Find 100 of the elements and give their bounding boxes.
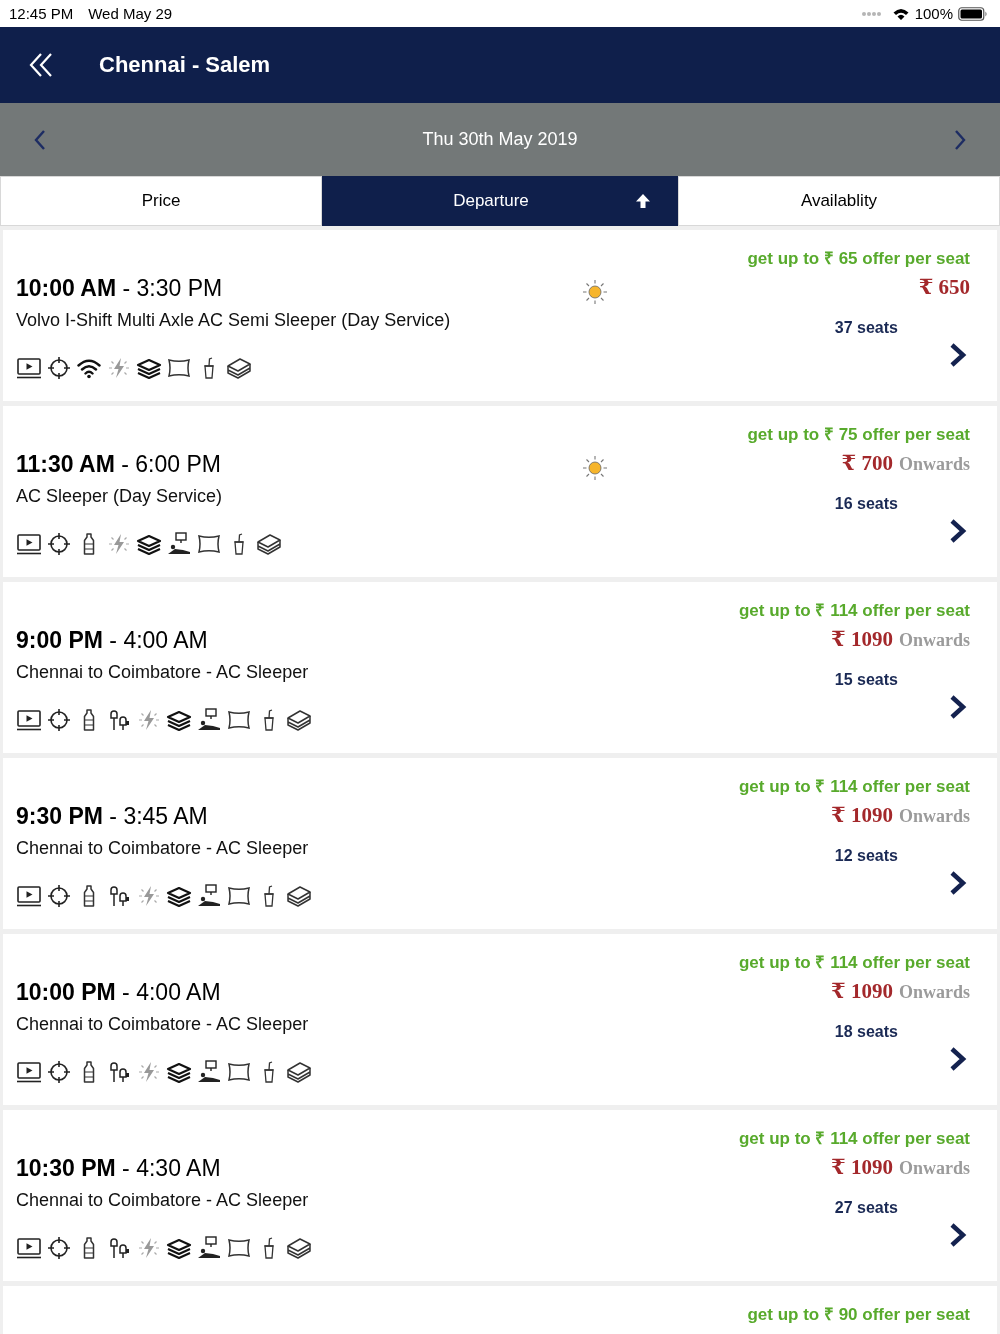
- onwards-label: Onwards: [899, 630, 970, 650]
- video-screen-icon: [16, 1236, 42, 1260]
- pillow-icon: [226, 1060, 252, 1084]
- fare-price: ₹ 700: [841, 451, 893, 475]
- seats-count: 18 seats: [834, 1022, 898, 1042]
- seats-count: 37 seats: [834, 318, 898, 338]
- offer-text: get up to ₹ 114 offer per seat: [738, 776, 970, 798]
- seats-count: 16 seats: [834, 494, 898, 514]
- seats-count: 27 seats: [834, 1198, 898, 1218]
- fare-price: ₹ 650: [918, 275, 970, 299]
- trip-card[interactable]: 10:00 AM - 3:30 PM Volvo I-Shift Multi Axle AC Semi Sleeper (Day Service) get up to ₹ 65 offer per seat ₹ 650 37 seats: [3, 230, 997, 401]
- route-title: Chennai - Salem: [99, 52, 271, 78]
- time-range: 10:00 AM - 3:30 PM: [16, 274, 223, 302]
- time-range: 10:00 PM - 4:00 AM: [16, 978, 221, 1006]
- fare-price: ₹ 1090: [831, 627, 893, 651]
- wifi-icon: [891, 6, 910, 21]
- trip-card[interactable]: 9:30 PM - 3:45 AM Chennai to Coimbatore - AC Sleeper get up to ₹ 114 offer per seat ₹ 1090 Onwards 12 seats: [3, 758, 997, 929]
- offer-text: get up to ₹ 75 offer per seat: [747, 424, 970, 446]
- folded-blanket-icon: [166, 1060, 192, 1084]
- folded-blanket-icon: [166, 708, 192, 732]
- folded-blanket-icon: [166, 1236, 192, 1260]
- signal-dots-icon: [860, 10, 883, 17]
- lightning-bolt-icon: [106, 356, 132, 380]
- video-screen-icon: [16, 708, 42, 732]
- battery-icon: [958, 6, 988, 21]
- bus-name: Chennai to Coimbatore - AC Sleeper: [16, 661, 309, 684]
- seats-count: 15 seats: [834, 670, 898, 690]
- seats-count: 12 seats: [834, 846, 898, 866]
- crosshair-icon: [46, 532, 72, 556]
- onwards-label: Onwards: [899, 1158, 970, 1178]
- monitor-and-reclining-person-icon: [166, 532, 192, 556]
- monitor-and-reclining-person-icon: [196, 884, 222, 908]
- bus-name: Chennai to Coimbatore - AC Sleeper: [16, 837, 309, 860]
- lightning-bolt-icon: [136, 708, 162, 732]
- pillow-icon: [226, 884, 252, 908]
- pillow-icon: [226, 708, 252, 732]
- crosshair-icon: [46, 708, 72, 732]
- bus-name: Chennai to Coimbatore - AC Sleeper: [16, 1013, 309, 1036]
- video-screen-icon: [16, 532, 42, 556]
- trip-card[interactable]: 10:30 PM - 4:30 AM Chennai to Coimbatore - AC Sleeper get up to ₹ 114 offer per seat ₹ 1090 Onwards 27 seats: [3, 1110, 997, 1281]
- crosshair-icon: [46, 1060, 72, 1084]
- status-date: Wed May 29: [88, 4, 173, 23]
- sandwich-icon: [226, 356, 252, 380]
- sandwich-icon: [286, 884, 312, 908]
- pillow-icon: [166, 356, 192, 380]
- time-range: 10:30 PM - 4:30 AM: [16, 1154, 221, 1182]
- sort-tab[interactable]: Departure: [322, 176, 678, 226]
- chevron-right-icon[interactable]: [948, 870, 968, 896]
- monitor-and-reclining-person-icon: [196, 1236, 222, 1260]
- offer-text: get up to ₹ 90 offer per seat: [747, 1304, 970, 1326]
- crosshair-icon: [46, 356, 72, 380]
- chevron-left-icon[interactable]: [34, 128, 46, 151]
- battery-percent: 100%: [914, 4, 953, 23]
- trip-card[interactable]: 10:00 PM - 4:00 AM Chennai to Coimbatore - AC Sleeper get up to ₹ 114 offer per seat ₹ 1090 Onwards 18 seats: [3, 934, 997, 1105]
- time-range: 9:00 PM - 4:00 AM: [16, 626, 208, 654]
- offer-text: get up to ₹ 114 offer per seat: [738, 600, 970, 622]
- chevron-right-icon[interactable]: [948, 342, 968, 368]
- trip-card[interactable]: 9:00 PM - 4:00 AM Chennai to Coimbatore - AC Sleeper get up to ₹ 114 offer per seat ₹ 1090 Onwards 15 seats: [3, 582, 997, 753]
- crosshair-icon: [46, 884, 72, 908]
- chevron-right-icon[interactable]: [948, 1046, 968, 1072]
- offer-text: get up to ₹ 114 offer per seat: [738, 952, 970, 974]
- trip-card[interactable]: 11:30 AM - 6:00 PM AC Sleeper (Day Service) get up to ₹ 75 offer per seat ₹ 700 Onwards 16 seats: [3, 406, 997, 577]
- lightning-bolt-icon: [106, 532, 132, 556]
- sort-tab[interactable]: Availablity: [678, 176, 1000, 226]
- pillow-icon: [226, 1236, 252, 1260]
- back-icon[interactable]: [28, 52, 54, 78]
- offer-text: get up to ₹ 65 offer per seat: [747, 248, 970, 270]
- sandwich-icon: [286, 1060, 312, 1084]
- monitor-and-reclining-person-icon: [196, 1060, 222, 1084]
- chevron-right-icon[interactable]: [948, 1222, 968, 1248]
- lightning-bolt-icon: [136, 884, 162, 908]
- folded-blanket-icon: [166, 884, 192, 908]
- folded-blanket-icon: [136, 356, 162, 380]
- onwards-label: Onwards: [899, 982, 970, 1002]
- bus-name: Volvo I-Shift Multi Axle AC Semi Sleeper (Day Service): [16, 309, 451, 332]
- onwards-label: Onwards: [899, 454, 970, 474]
- time-range: 11:30 AM - 6:00 PM: [16, 450, 221, 478]
- pillow-icon: [196, 532, 222, 556]
- fare-price: ₹ 1090: [831, 803, 893, 827]
- monitor-and-reclining-person-icon: [196, 708, 222, 732]
- sandwich-icon: [256, 532, 282, 556]
- sandwich-icon: [286, 708, 312, 732]
- offer-text: get up to ₹ 114 offer per seat: [738, 1128, 970, 1150]
- chevron-right-icon[interactable]: [948, 694, 968, 720]
- bus-name: Chennai to Coimbatore - AC Sleeper: [16, 1189, 309, 1212]
- sort-tab[interactable]: Price: [0, 176, 322, 226]
- travel-date: Thu 30th May 2019: [422, 129, 578, 150]
- onwards-label: Onwards: [899, 806, 970, 826]
- time-range: 9:30 PM - 3:45 AM: [16, 802, 208, 830]
- video-screen-icon: [16, 1060, 42, 1084]
- lightning-bolt-icon: [136, 1236, 162, 1260]
- crosshair-icon: [46, 1236, 72, 1260]
- clock-time: 12:45 PM: [9, 4, 74, 23]
- lightning-bolt-icon: [136, 1060, 162, 1084]
- bus-name: AC Sleeper (Day Service): [16, 485, 223, 508]
- chevron-right-icon[interactable]: [948, 518, 968, 544]
- folded-blanket-icon: [136, 532, 162, 556]
- video-screen-icon: [16, 884, 42, 908]
- sandwich-icon: [286, 1236, 312, 1260]
- video-screen-icon: [16, 356, 42, 380]
